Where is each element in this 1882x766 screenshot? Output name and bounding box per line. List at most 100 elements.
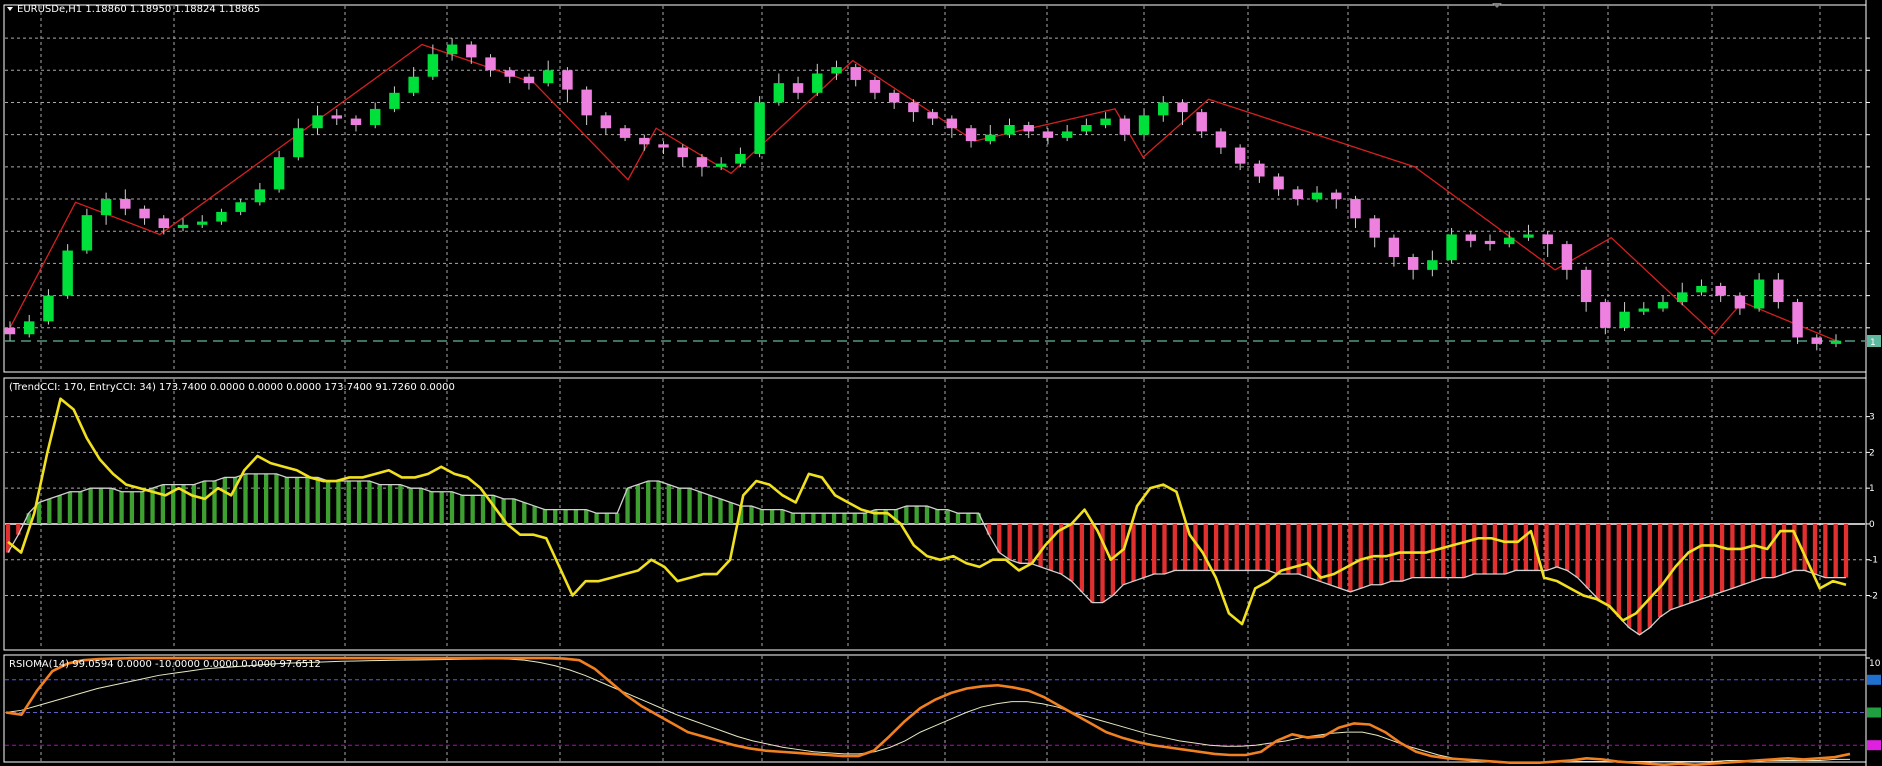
- candle-body[interactable]: [715, 163, 727, 167]
- candle-body[interactable]: [331, 115, 342, 119]
- candle-body[interactable]: [1677, 292, 1688, 303]
- candle-body[interactable]: [1657, 302, 1669, 309]
- candle-body[interactable]: [1158, 102, 1169, 116]
- candle-body[interactable]: [1350, 199, 1361, 219]
- candle-body[interactable]: [81, 215, 93, 251]
- candle-body[interactable]: [350, 118, 362, 126]
- candle-body[interactable]: [542, 70, 554, 84]
- candle-body[interactable]: [1523, 234, 1534, 238]
- candle-body[interactable]: [23, 321, 35, 335]
- candle-body[interactable]: [908, 102, 919, 113]
- candle-body[interactable]: [446, 44, 458, 55]
- candle-body[interactable]: [1081, 125, 1092, 132]
- candle-body[interactable]: [850, 67, 861, 80]
- candle-body[interactable]: [562, 70, 573, 90]
- candle-body[interactable]: [4, 327, 16, 335]
- candle-body[interactable]: [1696, 285, 1707, 293]
- candle-body[interactable]: [1427, 260, 1438, 270]
- candle-body[interactable]: [1331, 192, 1342, 200]
- candle-body[interactable]: [1792, 302, 1803, 338]
- candle-body[interactable]: [773, 83, 785, 103]
- candle-body[interactable]: [1100, 118, 1111, 126]
- candle-body[interactable]: [754, 102, 765, 154]
- candle-body[interactable]: [158, 218, 169, 229]
- candle-body[interactable]: [1177, 102, 1188, 113]
- candle-body[interactable]: [389, 92, 400, 109]
- candle-body[interactable]: [1234, 147, 1246, 164]
- candle-body[interactable]: [985, 134, 996, 142]
- candle-body[interactable]: [1753, 279, 1765, 309]
- candle-body[interactable]: [369, 108, 381, 126]
- cci-hist-bar: [976, 513, 981, 524]
- candle-body[interactable]: [216, 211, 227, 222]
- candle-body[interactable]: [1138, 115, 1150, 135]
- candle-body[interactable]: [1407, 256, 1419, 270]
- candle-body[interactable]: [831, 67, 842, 74]
- candle-body[interactable]: [1369, 218, 1380, 238]
- candle-body[interactable]: [1465, 234, 1477, 241]
- candle-body[interactable]: [1542, 234, 1553, 245]
- candle-body[interactable]: [1811, 337, 1823, 344]
- candle-body[interactable]: [1773, 279, 1784, 303]
- chart-window[interactable]: EURUSDe,H1 1.18860 1.18950 1.18824 1.188…: [0, 0, 1882, 766]
- candle-body[interactable]: [965, 128, 977, 142]
- candle-body[interactable]: [1580, 269, 1592, 303]
- candle-body[interactable]: [946, 118, 958, 129]
- candle-body[interactable]: [639, 137, 650, 145]
- candle-body[interactable]: [312, 115, 323, 129]
- candle-body[interactable]: [196, 221, 208, 225]
- candle-body[interactable]: [254, 189, 266, 203]
- candle-body[interactable]: [1619, 311, 1630, 328]
- candle-body[interactable]: [1042, 131, 1054, 138]
- chart-canvas[interactable]: EURUSDe,H1 1.18860 1.18950 1.18824 1.188…: [0, 0, 1882, 766]
- candle-body[interactable]: [1638, 308, 1650, 312]
- candle-body[interactable]: [812, 73, 823, 93]
- candle-body[interactable]: [235, 202, 246, 212]
- candle-body[interactable]: [120, 199, 131, 209]
- candle-body[interactable]: [139, 208, 150, 219]
- candle-body[interactable]: [696, 157, 708, 167]
- candle-body[interactable]: [735, 153, 746, 164]
- candle-body[interactable]: [1004, 125, 1015, 135]
- candle-body[interactable]: [408, 76, 419, 93]
- candle-body[interactable]: [1830, 340, 1842, 344]
- candle-body[interactable]: [581, 89, 592, 116]
- candle-body[interactable]: [1715, 285, 1726, 296]
- candle-body[interactable]: [1061, 131, 1073, 138]
- candle-body[interactable]: [888, 92, 900, 103]
- candle-body[interactable]: [466, 44, 477, 58]
- candle-body[interactable]: [43, 295, 54, 322]
- candle-body[interactable]: [177, 224, 189, 229]
- candle-body[interactable]: [1273, 176, 1284, 190]
- candle-body[interactable]: [1196, 112, 1207, 132]
- candle-body[interactable]: [273, 157, 285, 190]
- candle-body[interactable]: [677, 147, 688, 158]
- candle-body[interactable]: [1734, 295, 1746, 309]
- candle-body[interactable]: [1119, 118, 1131, 135]
- candle-body[interactable]: [1254, 163, 1265, 177]
- candle-body[interactable]: [1561, 244, 1573, 270]
- candle-body[interactable]: [100, 199, 112, 216]
- candle-body[interactable]: [1023, 125, 1034, 132]
- candle-body[interactable]: [1215, 131, 1227, 148]
- cci-hist-bar: [563, 509, 568, 524]
- candle-body[interactable]: [293, 128, 304, 158]
- candle-body[interactable]: [792, 83, 804, 93]
- candle-body[interactable]: [600, 115, 612, 129]
- candle-body[interactable]: [1446, 234, 1457, 261]
- candle-body[interactable]: [427, 54, 439, 77]
- candle-body[interactable]: [658, 144, 669, 148]
- candle-body[interactable]: [619, 128, 631, 138]
- candle-body[interactable]: [523, 76, 535, 84]
- candle-body[interactable]: [1311, 192, 1323, 200]
- candle-body[interactable]: [927, 112, 938, 119]
- candle-body[interactable]: [62, 250, 73, 296]
- candle-body[interactable]: [1388, 237, 1400, 257]
- candle-body[interactable]: [485, 57, 496, 71]
- candle-body[interactable]: [1600, 302, 1611, 328]
- candle-body[interactable]: [504, 70, 515, 77]
- candle-body[interactable]: [1292, 189, 1304, 200]
- candle-body[interactable]: [1484, 240, 1496, 245]
- candle-body[interactable]: [1504, 237, 1515, 245]
- candle-body[interactable]: [869, 79, 881, 93]
